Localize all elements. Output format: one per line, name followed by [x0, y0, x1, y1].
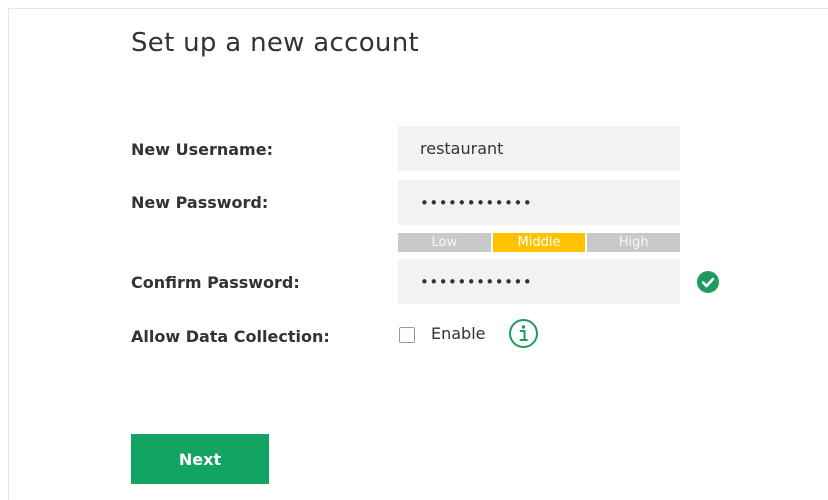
- enable-checkbox-label[interactable]: Enable: [431, 324, 486, 343]
- confirm-password-label: Confirm Password:: [131, 273, 300, 292]
- username-input[interactable]: [398, 126, 680, 171]
- confirm-password-input[interactable]: [398, 259, 680, 304]
- password-input[interactable]: [398, 180, 680, 225]
- page-frame: [8, 8, 828, 500]
- strength-low: Low: [398, 233, 491, 252]
- info-circle-icon[interactable]: [508, 318, 539, 349]
- page-title: Set up a new account: [131, 28, 419, 58]
- check-circle-icon: [697, 271, 719, 293]
- strength-middle: Middle: [492, 233, 586, 252]
- enable-checkbox[interactable]: [399, 327, 415, 343]
- next-button[interactable]: Next: [131, 434, 269, 484]
- password-label: New Password:: [131, 193, 269, 212]
- strength-high: High: [587, 233, 681, 252]
- password-strength-meter: Low Middle High: [398, 233, 681, 252]
- data-collection-label: Allow Data Collection:: [131, 327, 330, 346]
- username-label: New Username:: [131, 140, 273, 159]
